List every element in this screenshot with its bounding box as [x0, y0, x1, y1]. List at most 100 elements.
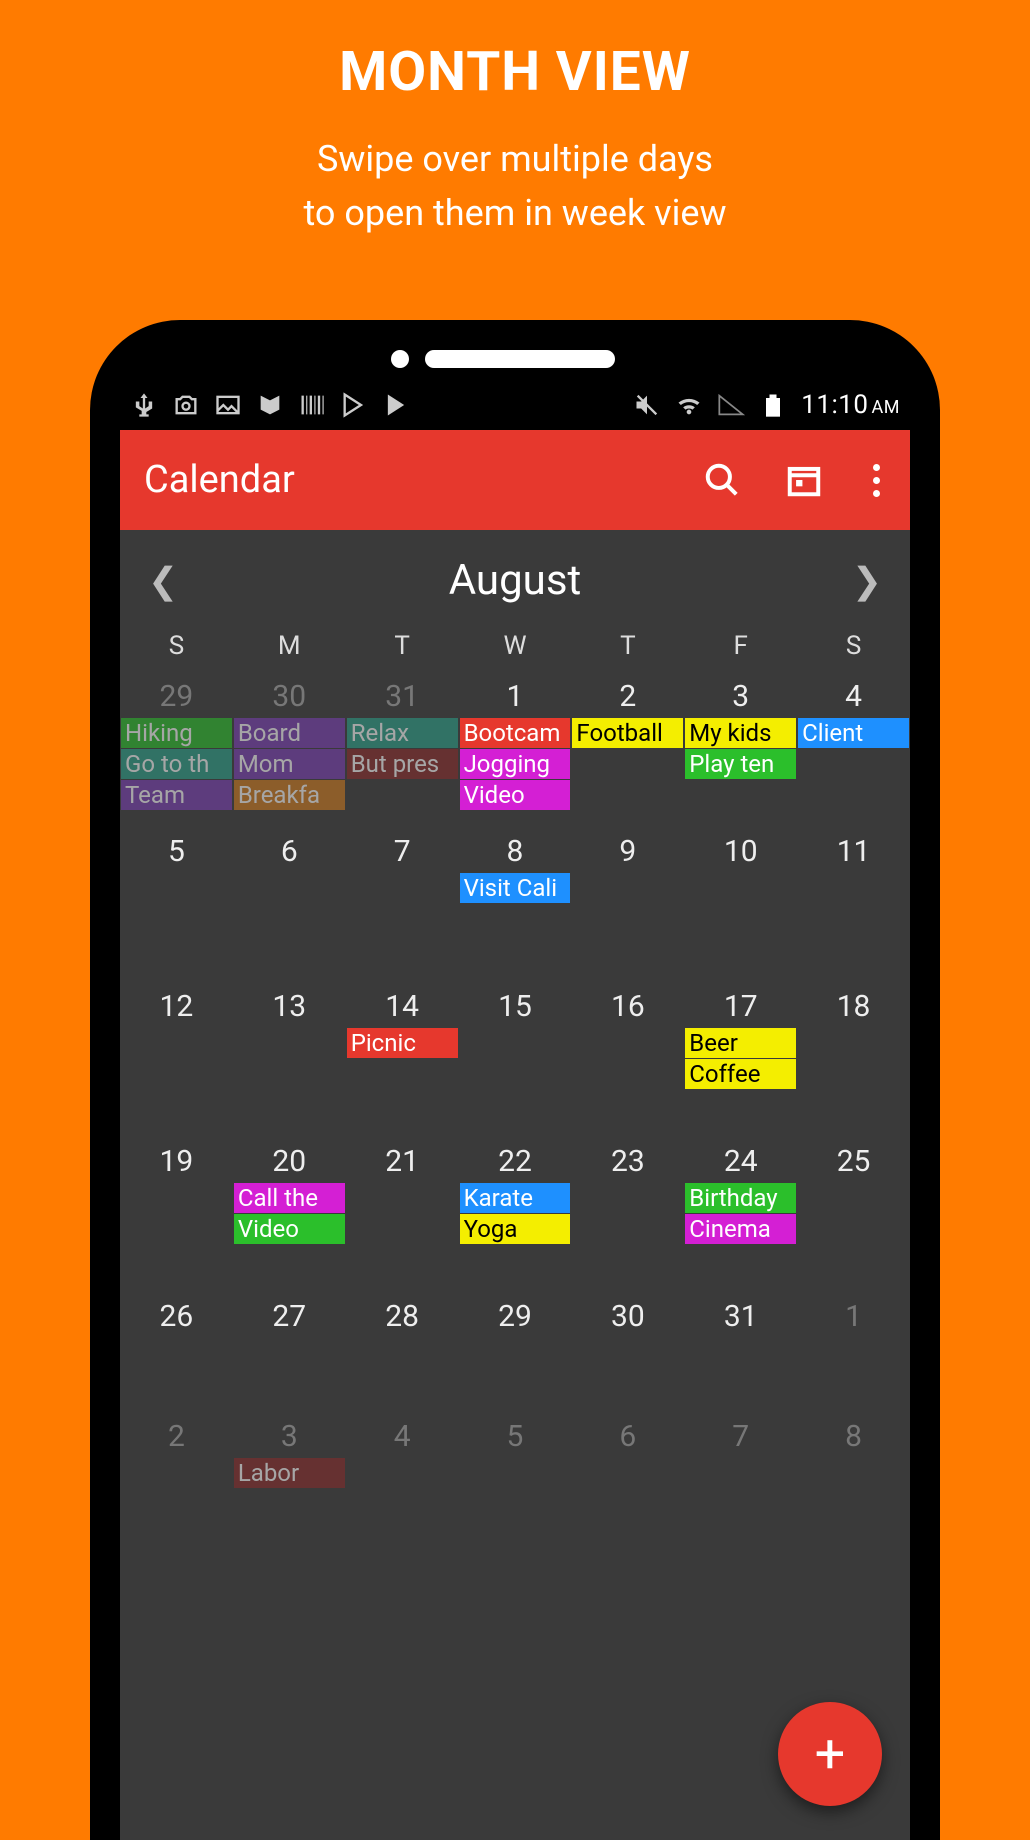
day-number: 5	[120, 834, 233, 873]
day-cell[interactable]: 28	[346, 1295, 459, 1415]
day-cell[interactable]: 6	[233, 830, 346, 985]
event-chip[interactable]: Video	[234, 1214, 345, 1244]
overflow-menu-icon[interactable]	[867, 464, 886, 497]
day-number: 30	[233, 679, 346, 718]
day-cell[interactable]: 15	[459, 985, 572, 1140]
event-chip[interactable]: Breakfa	[234, 780, 345, 810]
day-cell[interactable]: 5	[459, 1415, 572, 1535]
day-cell[interactable]: 19	[120, 1140, 233, 1295]
day-cell[interactable]: 21	[346, 1140, 459, 1295]
promo-subtitle: Swipe over multiple days to open them in…	[0, 132, 1030, 240]
promo-banner: MONTH VIEW Swipe over multiple days to o…	[0, 0, 1030, 240]
calendar-grid[interactable]: 29HikingGo to thTeam30BoardMomBreakfa31R…	[120, 675, 910, 1535]
day-cell[interactable]: 24BirthdayCinema	[684, 1140, 797, 1295]
day-cell[interactable]: 14Picnic	[346, 985, 459, 1140]
day-cell[interactable]: 12	[120, 985, 233, 1140]
day-number: 28	[346, 1299, 459, 1338]
day-number: 8	[797, 1419, 910, 1458]
day-cell[interactable]: 4Client	[797, 675, 910, 830]
day-cell[interactable]: 11	[797, 830, 910, 985]
day-number: 22	[459, 1144, 572, 1183]
day-cell[interactable]: 29HikingGo to thTeam	[120, 675, 233, 830]
day-cell[interactable]: 8	[797, 1415, 910, 1535]
event-chip[interactable]: Yoga	[460, 1214, 571, 1244]
day-cell[interactable]: 26	[120, 1295, 233, 1415]
event-chip[interactable]: Play ten	[685, 749, 796, 779]
event-chip[interactable]: Mom	[234, 749, 345, 779]
day-cell[interactable]: 2	[120, 1415, 233, 1535]
event-chip[interactable]: Coffee	[685, 1059, 796, 1089]
event-chip[interactable]: Jogging	[460, 749, 571, 779]
day-cell[interactable]: 1BootcamJoggingVideo	[459, 675, 572, 830]
event-chip[interactable]: But pres	[347, 749, 458, 779]
event-chip[interactable]: Visit Cali	[460, 873, 571, 903]
day-cell[interactable]: 23	[571, 1140, 684, 1295]
day-cell[interactable]: 7	[346, 830, 459, 985]
day-cell[interactable]: 31	[684, 1295, 797, 1415]
day-cell[interactable]: 13	[233, 985, 346, 1140]
day-cell[interactable]: 1	[797, 1295, 910, 1415]
day-cell[interactable]: 31RelaxBut pres	[346, 675, 459, 830]
day-cell[interactable]: 9	[571, 830, 684, 985]
next-month-button[interactable]: ❯	[852, 560, 882, 602]
today-icon[interactable]	[785, 461, 823, 499]
prev-month-button[interactable]: ❮	[148, 560, 178, 602]
event-chip[interactable]: Video	[460, 780, 571, 810]
day-cell[interactable]: 6	[571, 1415, 684, 1535]
event-chip[interactable]: Call the	[234, 1183, 345, 1213]
day-number: 6	[571, 1419, 684, 1458]
day-number: 30	[571, 1299, 684, 1338]
day-number: 6	[233, 834, 346, 873]
day-cell[interactable]: 7	[684, 1415, 797, 1535]
event-chip[interactable]: Go to th	[121, 749, 232, 779]
event-chip[interactable]: Hiking	[121, 718, 232, 748]
day-number: 8	[459, 834, 572, 873]
event-chip[interactable]: Beer	[685, 1028, 796, 1058]
day-cell[interactable]: 8Visit Cali	[459, 830, 572, 985]
search-icon[interactable]	[703, 461, 741, 499]
day-cell[interactable]: 17BeerCoffee	[684, 985, 797, 1140]
day-number: 7	[684, 1419, 797, 1458]
day-number: 17	[684, 989, 797, 1028]
event-chip[interactable]: Team	[121, 780, 232, 810]
dow-label: M	[233, 631, 346, 661]
day-cell[interactable]: 25	[797, 1140, 910, 1295]
day-cell[interactable]: 10	[684, 830, 797, 985]
day-cell[interactable]: 29	[459, 1295, 572, 1415]
event-chip[interactable]: Board	[234, 718, 345, 748]
day-cell[interactable]: 30BoardMomBreakfa	[233, 675, 346, 830]
day-number: 3	[233, 1419, 346, 1458]
day-number: 14	[346, 989, 459, 1028]
day-cell[interactable]: 16	[571, 985, 684, 1140]
event-chip[interactable]: Birthday	[685, 1183, 796, 1213]
event-chip[interactable]: Relax	[347, 718, 458, 748]
event-chip[interactable]: Labor	[234, 1458, 345, 1488]
day-cell[interactable]: 2Football	[571, 675, 684, 830]
day-cell[interactable]: 27	[233, 1295, 346, 1415]
day-cell[interactable]: 3My kidsPlay ten	[684, 675, 797, 830]
event-chip[interactable]: Karate	[460, 1183, 571, 1213]
add-event-fab[interactable]: +	[778, 1702, 882, 1806]
month-label: August	[449, 556, 581, 605]
event-chip[interactable]: Bootcam	[460, 718, 571, 748]
dow-label: W	[459, 631, 572, 661]
day-cell[interactable]: 4	[346, 1415, 459, 1535]
day-cell[interactable]: 18	[797, 985, 910, 1140]
day-cell[interactable]: 20Call theVideo	[233, 1140, 346, 1295]
event-chip[interactable]: Football	[572, 718, 683, 748]
day-cell[interactable]: 22KarateYoga	[459, 1140, 572, 1295]
event-chip[interactable]: Client	[798, 718, 909, 748]
dow-label: T	[571, 631, 684, 661]
phone-screen: 11:10AM Calendar ❮ August ❯ SMTWTFS 29Hi…	[120, 380, 910, 1840]
day-cell[interactable]: 3Labor	[233, 1415, 346, 1535]
day-cell[interactable]: 30	[571, 1295, 684, 1415]
event-chip[interactable]: My kids	[685, 718, 796, 748]
mute-icon	[633, 391, 661, 419]
day-cell[interactable]: 5	[120, 830, 233, 985]
day-number: 31	[684, 1299, 797, 1338]
day-number: 4	[346, 1419, 459, 1458]
barcode-icon	[298, 391, 326, 419]
day-number: 20	[233, 1144, 346, 1183]
event-chip[interactable]: Cinema	[685, 1214, 796, 1244]
event-chip[interactable]: Picnic	[347, 1028, 458, 1058]
